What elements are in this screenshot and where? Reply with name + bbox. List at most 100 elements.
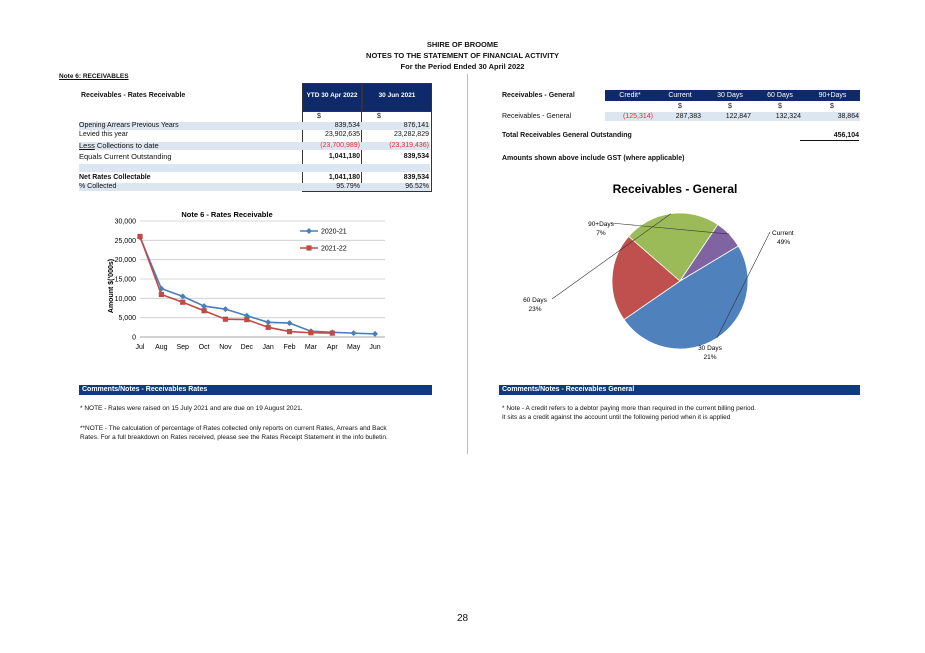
line-chart-xtick-label: Dec	[241, 344, 254, 351]
rates-col1-label: YTD 30 Apr 2022	[306, 92, 358, 99]
line-point	[372, 330, 378, 337]
rates-row-v2: (23,319,436)	[389, 142, 429, 149]
line-point	[286, 320, 293, 327]
legend-label: 2020-21	[321, 229, 347, 236]
rates-net-row: Net Rates Collectable 1,041,180 839,534	[79, 174, 430, 182]
rates-row: Levied this year 23,902,635 23,282,829	[79, 131, 430, 139]
line-chart-ytick-label: 15,000	[115, 277, 137, 284]
pie-slices	[611, 212, 749, 350]
general-col-header: 90+Days	[818, 92, 847, 99]
comments-rates-bar: Comments/Notes - Receivables Rates	[79, 385, 432, 395]
line-point	[265, 324, 271, 330]
general-unit: $	[778, 103, 782, 110]
rates-row-label: Levied this year	[79, 131, 129, 138]
rates-row-v1: 23,902,635	[324, 131, 360, 138]
line-chart-xtick-label: Nov	[219, 344, 232, 351]
pie-label: 60 Days	[523, 297, 548, 304]
line-chart-xticks: Jul Aug Sep Oct Nov Dec Jan Feb Mar Apr May Jun	[136, 344, 381, 351]
rates-row-label: Equals Current Outstanding	[79, 152, 172, 161]
general-total-label: Total Receivables General Outstanding	[502, 132, 632, 139]
receivables-pie-chart: Receivables - General Current 49% 30 Days 2…	[523, 182, 794, 361]
general-col-header: Credit*	[619, 92, 641, 99]
general-30days-value: 122,847	[725, 113, 751, 120]
page-title: NOTES TO THE STATEMENT OF FINANCIAL ACTI…	[366, 51, 559, 60]
page-number: 28	[456, 613, 469, 624]
general-col-header: 60 Days	[767, 92, 793, 99]
general-60days-value: 132,324	[775, 113, 801, 120]
rates-row-v2: 839,534	[403, 153, 429, 160]
org-name: SHIRE OF BROOME	[426, 40, 499, 49]
line-chart-xtick-label: Jul	[136, 344, 145, 351]
line-point	[180, 299, 186, 305]
line-point	[222, 316, 229, 322]
pie-percent-label: 23%	[528, 306, 541, 313]
line-chart-xtick-label: Sep	[176, 344, 189, 351]
line-chart-ytick-label: 25,000	[115, 238, 137, 245]
rates-pct-v1: 95.79%	[336, 183, 360, 190]
general-total-value: 456,104	[800, 132, 859, 141]
rates-col2-label: 30 Jun 2021	[378, 92, 416, 99]
pie-percent-label: 7%	[596, 230, 606, 237]
rates-col2-header: 30 Jun 2021	[362, 83, 432, 112]
general-unit: $	[678, 103, 682, 110]
line-point	[329, 330, 335, 336]
line-chart-ytick-label: 10,000	[115, 296, 137, 303]
pie-label: 90+Days	[588, 221, 615, 228]
line-point	[158, 291, 164, 298]
pie-chart-title: Receivables - General	[613, 182, 738, 196]
rates-pct-label: % Collected	[79, 183, 117, 190]
line-chart-xtick-label: Apr	[327, 344, 339, 351]
period-subtitle: For the Period Ended 30 April 2022	[400, 62, 525, 71]
line-chart-ylabel: Amount $('000s)	[108, 259, 115, 313]
line-chart-xtick-label: Mar	[305, 344, 318, 351]
rates-row-label: Opening Arrears Previous Years	[79, 122, 179, 129]
rates-pct-v2: 96.52%	[405, 183, 429, 190]
rates-net-v1: 1,041,180	[328, 174, 360, 181]
gst-note: Amounts shown above include GST (where a…	[502, 155, 685, 162]
pie-percent-label: 49%	[777, 239, 790, 246]
rates-pct-row: % Collected 95.79% 96.52%	[79, 183, 430, 191]
pie-percent-label: 21%	[703, 354, 716, 361]
legend-marker	[306, 245, 312, 251]
rates-line-chart: Note 6 - Rates Receivable Amount $('000s…	[108, 210, 385, 351]
line-chart-ytick-label: 5,000	[118, 315, 136, 322]
line-chart-xtick-label: Feb	[284, 344, 296, 351]
line-chart-title: Note 6 - Rates Receivable	[181, 210, 272, 219]
pie-label: 30 Days	[698, 345, 723, 352]
rates-row-label-prefix: Less	[79, 141, 95, 150]
note-label: Note 6: RECEIVABLES	[59, 73, 129, 80]
line-chart-xtick-label: Aug	[155, 344, 168, 351]
rates-row-v2: 876,141	[403, 122, 429, 129]
rates-row: Equals Current Outstanding 1,041,180 839…	[79, 153, 430, 161]
line-chart-xtick-label: Oct	[199, 344, 210, 351]
line-chart-grid	[140, 220, 385, 338]
line-point	[350, 330, 357, 337]
general-col-header: Current	[668, 92, 692, 99]
rates-spacer-row	[79, 164, 430, 172]
general-current-value: 287,383	[675, 113, 701, 120]
rates-row-label: Collections to date	[94, 141, 159, 150]
rates-section-title: Receivables - Rates Receivable	[81, 92, 186, 99]
rates-note-2b: Rates. For a full breakdown on Rates rec…	[80, 434, 388, 441]
general-unit: $	[830, 103, 834, 110]
rates-row-v1: 1,041,180	[328, 153, 360, 160]
column-divider	[467, 74, 468, 454]
line-chart-xtick-label: May	[347, 344, 361, 351]
line-point	[244, 317, 250, 323]
line-point	[286, 328, 293, 335]
rates-row: Less Collections to date (23,700,989) (2…	[79, 142, 430, 150]
rates-unit-2: $	[377, 113, 381, 120]
line-point	[201, 308, 207, 314]
rates-row-v1: (23,700,989)	[320, 142, 360, 149]
general-section-title: Receivables - General	[502, 92, 575, 99]
rates-net-label: Net Rates Collectable	[79, 174, 151, 181]
general-note-2: It sits as a credit against the account …	[502, 414, 731, 421]
general-credit-value: (125,314)	[623, 113, 653, 120]
line-series-2021-22	[139, 236, 333, 334]
line-chart-yticks: 0 5,000 10,000 15,000 20,000 25,000 30,000	[115, 219, 137, 342]
legend-label: 2021-22	[321, 246, 347, 253]
legend-marker	[306, 228, 312, 234]
general-90days-value: 38,864	[837, 113, 859, 120]
line-chart-xtick-label: Jan	[263, 344, 274, 351]
line-chart-ytick-label: 20,000	[115, 257, 137, 264]
